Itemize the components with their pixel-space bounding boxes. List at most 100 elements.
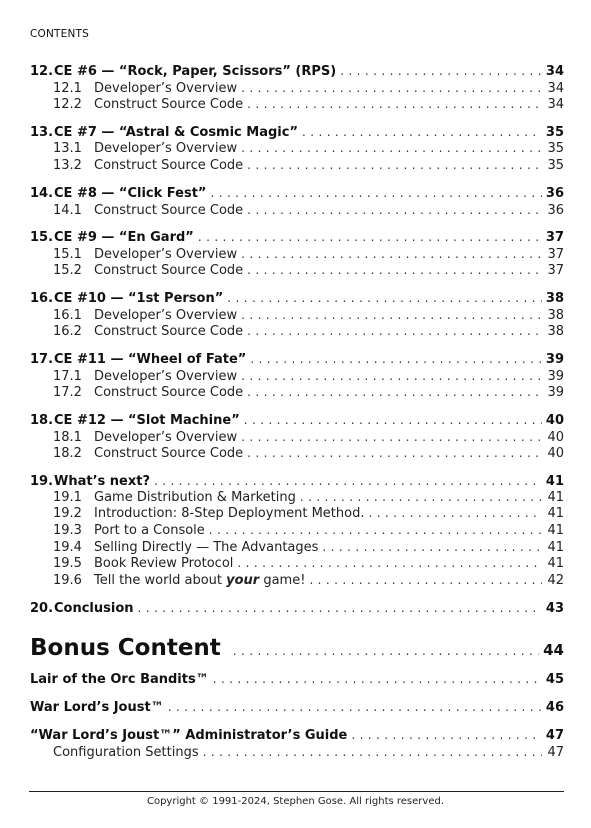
page-number[interactable]: 34 [546, 97, 564, 112]
chapter-title[interactable]: CE #12 — “Slot Machine” [54, 413, 240, 428]
page-number[interactable]: 41 [546, 540, 564, 555]
toc-section-18-1[interactable]: 18.1 Developer’s Overview 40 [30, 430, 564, 445]
section-title[interactable]: Construct Source Code [94, 263, 243, 278]
page-number[interactable]: 41 [546, 556, 564, 571]
page-number[interactable]: 41 [546, 523, 564, 538]
page-number[interactable]: 34 [546, 64, 564, 79]
toc-section-17-2[interactable]: 17.2 Construct Source Code 39 [30, 385, 564, 400]
page-number[interactable]: 40 [546, 446, 564, 461]
section-title[interactable]: Developer’s Overview [94, 430, 237, 445]
toc-chapter-16[interactable]: 16. CE #10 — “1st Person” 38 [30, 291, 564, 306]
page-number[interactable]: 39 [546, 385, 564, 400]
toc-section-13-1[interactable]: 13.1 Developer’s Overview 35 [30, 141, 564, 156]
toc-bonus-item-war-lords-joust[interactable]: War Lord’s Joust™ 46 [30, 700, 564, 715]
page-number[interactable]: 37 [546, 247, 564, 262]
chapter-title[interactable]: CE #10 — “1st Person” [54, 291, 223, 306]
toc-chapter-19[interactable]: 19. What’s next? 41 [30, 474, 564, 489]
page-number[interactable]: 41 [546, 490, 564, 505]
toc-section-15-2[interactable]: 15.2 Construct Source Code 37 [30, 263, 564, 278]
page-number[interactable]: 45 [546, 672, 564, 687]
page-number[interactable]: 38 [546, 324, 564, 339]
toc-chapter-20[interactable]: 20. Conclusion 43 [30, 601, 564, 616]
chapter-title[interactable]: What’s next? [54, 474, 150, 489]
page-number[interactable]: 38 [546, 291, 564, 306]
toc-bonus-content[interactable]: Bonus Content 44 [30, 635, 564, 661]
toc-section-15-1[interactable]: 15.1 Developer’s Overview 37 [30, 247, 564, 262]
page-number[interactable]: 39 [546, 369, 564, 384]
toc-chapter-12[interactable]: 12. CE #6 — “Rock, Paper, Scissors” (RPS… [30, 64, 564, 79]
section-title[interactable]: Port to a Console [94, 523, 205, 538]
section-title[interactable]: Construct Source Code [94, 97, 243, 112]
section-title[interactable]: Developer’s Overview [94, 369, 237, 384]
page-number[interactable]: 36 [546, 186, 564, 201]
toc-bonus-item-lair-of-the-orc-bandits[interactable]: Lair of the Orc Bandits™ 45 [30, 672, 564, 687]
toc-section-16-1[interactable]: 16.1 Developer’s Overview 38 [30, 308, 564, 323]
toc-section-19-6[interactable]: 19.6 Tell the world about your game! 42 [30, 573, 564, 588]
section-title[interactable]: Developer’s Overview [94, 308, 237, 323]
toc-section-19-5[interactable]: 19.5 Book Review Protocol 41 [30, 556, 564, 571]
toc-chapter-15[interactable]: 15. CE #9 — “En Gard” 37 [30, 230, 564, 245]
bonus-title[interactable]: Bonus Content [30, 635, 221, 661]
bonus-item-title[interactable]: Lair of the Orc Bandits™ [30, 672, 209, 687]
section-title[interactable]: Game Distribution & Marketing [94, 490, 296, 505]
section-title[interactable]: Selling Directly — The Advantages [94, 540, 318, 555]
section-title[interactable]: Construct Source Code [94, 446, 243, 461]
page-number[interactable]: 35 [546, 158, 564, 173]
chapter-title[interactable]: CE #9 — “En Gard” [54, 230, 194, 245]
page-number[interactable]: 34 [546, 81, 564, 96]
toc-chapter-17[interactable]: 17. CE #11 — “Wheel of Fate” 39 [30, 352, 564, 367]
toc-section-14-1[interactable]: 14.1 Construct Source Code 36 [30, 203, 564, 218]
page-number[interactable]: 35 [546, 141, 564, 156]
toc-chapter-13[interactable]: 13. CE #7 — “Astral & Cosmic Magic” 35 [30, 125, 564, 140]
toc-section-12-2[interactable]: 12.2 Construct Source Code 34 [30, 97, 564, 112]
toc-section-19-4[interactable]: 19.4 Selling Directly — The Advantages 4… [30, 540, 564, 555]
section-title[interactable]: Tell the world about your game! [94, 573, 305, 588]
toc-bonus-item-administrators-guide[interactable]: “War Lord’s Joust™” Administrator’s Guid… [30, 728, 564, 743]
toc-section-12-1[interactable]: 12.1 Developer’s Overview 34 [30, 81, 564, 96]
toc-section-16-2[interactable]: 16.2 Construct Source Code 38 [30, 324, 564, 339]
page-number[interactable]: 47 [546, 745, 564, 760]
section-title[interactable]: Construct Source Code [94, 203, 243, 218]
toc-section-19-2[interactable]: 19.2 Introduction: 8-Step Deployment Met… [30, 506, 564, 521]
page-number[interactable]: 41 [546, 474, 564, 489]
section-title[interactable]: Book Review Protocol [94, 556, 233, 571]
section-title[interactable]: Developer’s Overview [94, 81, 237, 96]
chapter-title[interactable]: Conclusion [54, 601, 134, 616]
page-number[interactable]: 43 [546, 601, 564, 616]
toc-section-13-2[interactable]: 13.2 Construct Source Code 35 [30, 158, 564, 173]
page-number[interactable]: 39 [546, 352, 564, 367]
page-number[interactable]: 37 [546, 263, 564, 278]
chapter-title[interactable]: CE #8 — “Click Fest” [54, 186, 206, 201]
page-number[interactable]: 37 [546, 230, 564, 245]
section-title[interactable]: Introduction: 8-Step Deployment Method. [94, 506, 364, 521]
toc-section-19-1[interactable]: 19.1 Game Distribution & Marketing 41 [30, 490, 564, 505]
section-title[interactable]: Construct Source Code [94, 324, 243, 339]
bonus-item-title[interactable]: War Lord’s Joust™ [30, 700, 164, 715]
section-title[interactable]: Construct Source Code [94, 385, 243, 400]
chapter-title[interactable]: CE #7 — “Astral & Cosmic Magic” [54, 125, 298, 140]
bonus-item-title[interactable]: “War Lord’s Joust™” Administrator’s Guid… [30, 728, 347, 743]
chapter-title[interactable]: CE #6 — “Rock, Paper, Scissors” (RPS) [54, 64, 336, 79]
chapter-title[interactable]: CE #11 — “Wheel of Fate” [54, 352, 246, 367]
toc-chapter-14[interactable]: 14. CE #8 — “Click Fest” 36 [30, 186, 564, 201]
page-number[interactable]: 36 [546, 203, 564, 218]
page-number[interactable]: 35 [546, 125, 564, 140]
toc-subitem-configuration-settings[interactable]: Configuration Settings 47 [30, 745, 564, 760]
section-title[interactable]: Configuration Settings [53, 745, 199, 760]
page-number[interactable]: 42 [546, 573, 564, 588]
title-text-after: game! [259, 573, 306, 588]
section-title[interactable]: Construct Source Code [94, 158, 243, 173]
page-number[interactable]: 38 [546, 308, 564, 323]
page-number[interactable]: 47 [546, 728, 564, 743]
section-title[interactable]: Developer’s Overview [94, 247, 237, 262]
page-number[interactable]: 46 [546, 700, 564, 715]
toc-chapter-18[interactable]: 18. CE #12 — “Slot Machine” 40 [30, 413, 564, 428]
page-number[interactable]: 40 [546, 413, 564, 428]
toc-section-17-1[interactable]: 17.1 Developer’s Overview 39 [30, 369, 564, 384]
page-number[interactable]: 44 [543, 641, 564, 659]
page-number[interactable]: 41 [546, 506, 564, 521]
section-title[interactable]: Developer’s Overview [94, 141, 237, 156]
toc-section-18-2[interactable]: 18.2 Construct Source Code 40 [30, 446, 564, 461]
toc-section-19-3[interactable]: 19.3 Port to a Console 41 [30, 523, 564, 538]
page-number[interactable]: 40 [546, 430, 564, 445]
